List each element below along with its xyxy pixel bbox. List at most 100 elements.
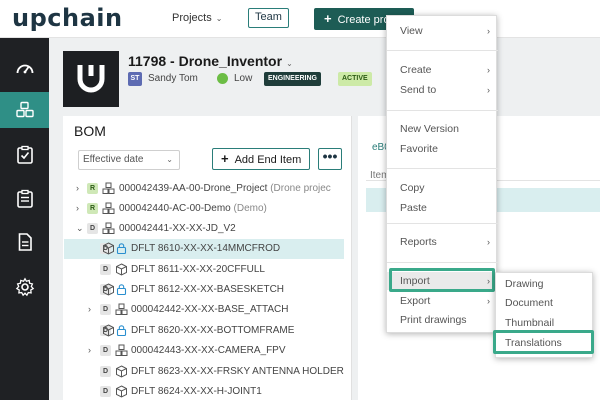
chevron-right-icon[interactable]: ›: [88, 304, 91, 314]
bom-tree-row[interactable]: D DFLT 8612-XX-XX-BASESKETCH: [64, 280, 344, 300]
assembly-icon: [102, 202, 115, 214]
status-badge: D: [100, 304, 111, 315]
project-owner-name: Sandy Tom: [148, 73, 198, 84]
projects-nav-menu[interactable]: Projects ⌄: [172, 12, 222, 24]
menu-item-copy[interactable]: Copy: [387, 179, 498, 197]
import-highlight-box: [389, 268, 495, 292]
bom-item-number: 000042442-XX-XX-BASE_ATTACH: [131, 304, 289, 315]
sidebar-item-documents[interactable]: [0, 224, 49, 260]
chevron-right-icon[interactable]: ›: [76, 203, 79, 213]
more-options-button[interactable]: •••: [318, 148, 342, 170]
settings-gear-icon: [15, 277, 34, 297]
status-badge: D: [100, 366, 111, 377]
menu-item-send-to[interactable]: Send to ›: [387, 81, 498, 99]
project-title-label: 11798 - Drone_Inventor: [128, 53, 283, 69]
upchain-logo[interactable]: upchain: [12, 4, 123, 32]
menu-separator: [387, 168, 498, 169]
status-badge: R: [87, 203, 98, 214]
bom-tree-row[interactable]: ⌄ D 000042441-XX-XX-JD_V2: [64, 219, 344, 239]
bom-item-number: 000042443-XX-XX-CAMERA_FPV: [131, 345, 286, 356]
top-header: upchain Projects ⌄ Team + Create project: [0, 0, 600, 38]
dashboard-icon: [16, 64, 33, 74]
menu-item-export[interactable]: Export ›: [387, 292, 498, 310]
sidebar-item-tasks[interactable]: [0, 137, 49, 173]
bom-tree-row[interactable]: D DFLT 8623-XX-XX-FRSKY ANTENNA HOLDER: [64, 362, 344, 382]
bom-tree-row[interactable]: D DFLT 8620-XX-XX-BOTTOMFRAME: [64, 321, 344, 341]
menu-item-label: Paste: [400, 202, 427, 214]
bom-tree-row[interactable]: D DFLT 8610-XX-XX-14MMCFROD: [64, 239, 344, 259]
menu-item-favorite[interactable]: Favorite: [387, 140, 498, 158]
chevron-right-icon: ›: [487, 296, 490, 306]
menu-item-print-drawings[interactable]: Print drawings: [387, 311, 498, 329]
bom-tree-row[interactable]: D DFLT 8611-XX-XX-20CFFULL: [64, 260, 344, 280]
bom-item-number: DFLT 8610-XX-XX-14MMCFROD: [131, 243, 281, 254]
bom-cubes-icon: [15, 101, 34, 118]
part-cube-icon: [116, 263, 127, 276]
part-cube-icon: [116, 385, 127, 398]
menu-item-new-version[interactable]: New Version: [387, 120, 498, 138]
project-title[interactable]: 11798 - Drone_Inventor ⌄: [128, 53, 293, 69]
menu-separator: [387, 110, 498, 111]
bom-item-label: 000042440-AC-00-Demo (Demo): [119, 203, 267, 214]
chevron-down-icon: ⌄: [286, 59, 293, 68]
priority-dot-icon: [217, 73, 228, 84]
sidebar-item-reports[interactable]: [0, 181, 49, 217]
part-cube-icon: [103, 324, 114, 337]
part-cube-icon: [116, 365, 127, 378]
bom-item-label: DFLT 8623-XX-XX-FRSKY ANTENNA HOLDER: [131, 366, 344, 377]
bom-tree-row[interactable]: D DFLT 8624-XX-XX-H-JOINT1: [64, 382, 344, 400]
menu-item-label: Copy: [400, 182, 425, 194]
menu-item-label: Export: [400, 295, 431, 307]
bom-tree-row[interactable]: › D 000042442-XX-XX-BASE_ATTACH: [64, 300, 344, 320]
menu-separator: [387, 50, 498, 51]
menu-item-create[interactable]: Create ›: [387, 61, 498, 79]
add-end-item-label: Add End Item: [234, 154, 302, 166]
submenu-item-document[interactable]: Document: [496, 294, 594, 312]
submenu-item-drawing[interactable]: Drawing: [496, 275, 594, 293]
chevron-right-icon[interactable]: ›: [88, 345, 91, 355]
document-icon: [18, 233, 32, 251]
chevron-down-icon: ⌄: [215, 14, 223, 23]
add-end-item-button[interactable]: + Add End Item: [212, 148, 310, 170]
bom-item-label: DFLT 8624-XX-XX-H-JOINT1: [131, 386, 262, 397]
locked-part-icon: [116, 284, 127, 296]
project-thumbnail: [63, 51, 119, 107]
priority-label: Low: [234, 73, 253, 84]
bom-item-label: DFLT 8612-XX-XX-BASESKETCH: [131, 284, 284, 295]
bom-tree-row[interactable]: › D 000042443-XX-XX-CAMERA_FPV: [64, 341, 344, 361]
chevron-right-icon: ›: [487, 26, 490, 36]
sidebar-item-dashboard[interactable]: [0, 51, 49, 87]
sidebar-item-bom[interactable]: [0, 92, 49, 128]
bom-item-label: DFLT 8611-XX-XX-20CFFULL: [131, 264, 265, 275]
bom-item-number: 000042441-XX-XX-JD_V2: [119, 223, 236, 234]
assembly-icon: [102, 182, 115, 194]
bom-item-description: (Drone projec: [270, 183, 331, 194]
assembly-icon: [115, 344, 128, 356]
bom-item-number: DFLT 8611-XX-XX-20CFFULL: [131, 264, 265, 275]
team-nav-button[interactable]: Team: [248, 8, 289, 28]
upchain-u-logo-icon: [77, 65, 105, 93]
bom-item-description: (Demo): [233, 203, 267, 214]
bom-tree-row[interactable]: › R 000042439-AA-00-Drone_Project (Drone p…: [64, 179, 344, 199]
tasks-checklist-icon: [16, 145, 33, 164]
bom-item-number: 000042440-AC-00-Demo: [119, 203, 231, 214]
effective-date-select[interactable]: Effective date ⌄: [78, 150, 180, 170]
user-avatar: ST: [128, 72, 142, 86]
bom-item-number: DFLT 8612-XX-XX-BASESKETCH: [131, 284, 285, 295]
bom-item-label: 000042443-XX-XX-CAMERA_FPV: [131, 345, 286, 356]
menu-item-label: Print drawings: [400, 314, 467, 326]
menu-item-paste[interactable]: Paste: [387, 199, 498, 217]
status-badge: D: [100, 386, 111, 397]
menu-item-view[interactable]: View ›: [387, 22, 498, 40]
sidebar-item-settings[interactable]: [0, 269, 49, 305]
bom-tree-row[interactable]: › R 000042440-AC-00-Demo (Demo): [64, 199, 344, 219]
part-cube-icon: [103, 242, 114, 255]
chevron-right-icon: ›: [487, 237, 490, 247]
assembly-icon: [115, 303, 128, 315]
bom-item-label: DFLT 8610-XX-XX-14MMCFROD: [131, 243, 280, 254]
chevron-down-icon[interactable]: ⌄: [76, 223, 84, 234]
menu-item-label: Favorite: [400, 143, 438, 155]
menu-item-reports[interactable]: Reports ›: [387, 233, 498, 251]
chevron-right-icon[interactable]: ›: [76, 183, 79, 193]
bom-item-number: DFLT 8620-XX-XX-BOTTOMFRAME: [131, 325, 295, 336]
